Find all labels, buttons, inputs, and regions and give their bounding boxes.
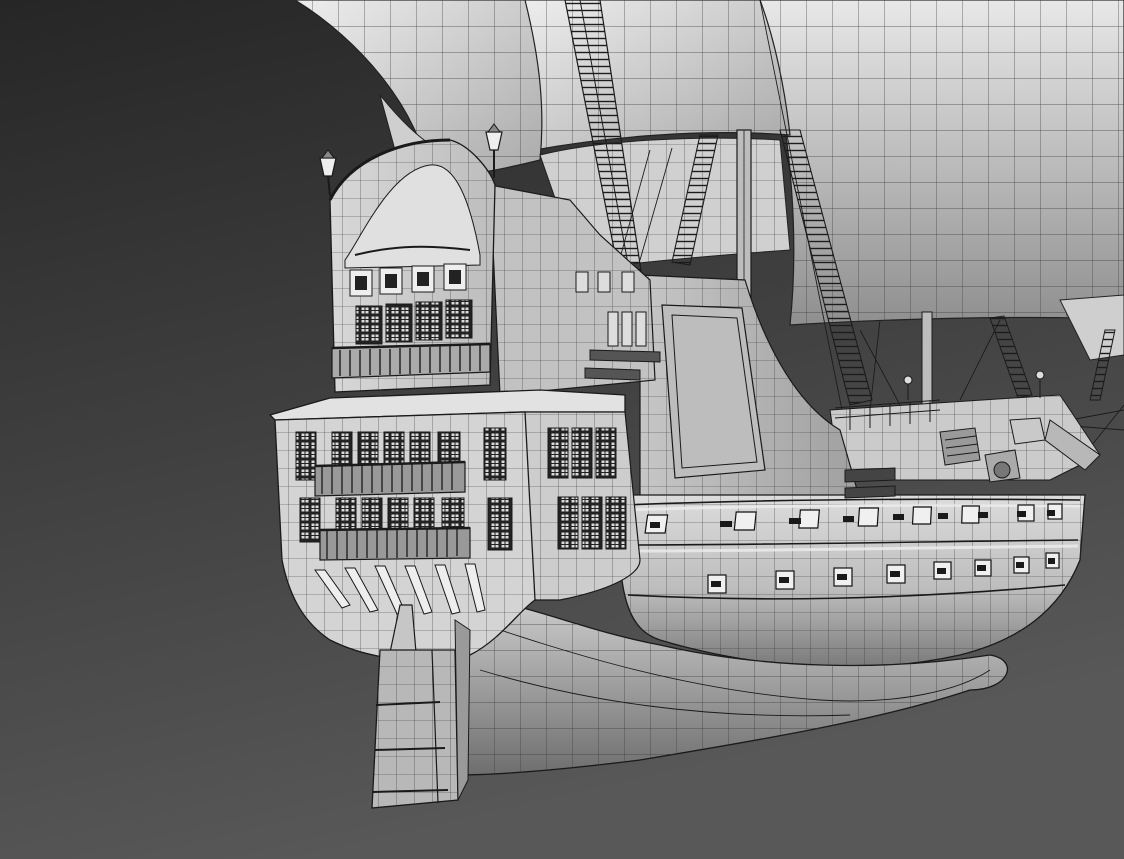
ship-render (0, 0, 1124, 859)
3d-viewport[interactable] (0, 0, 1124, 859)
